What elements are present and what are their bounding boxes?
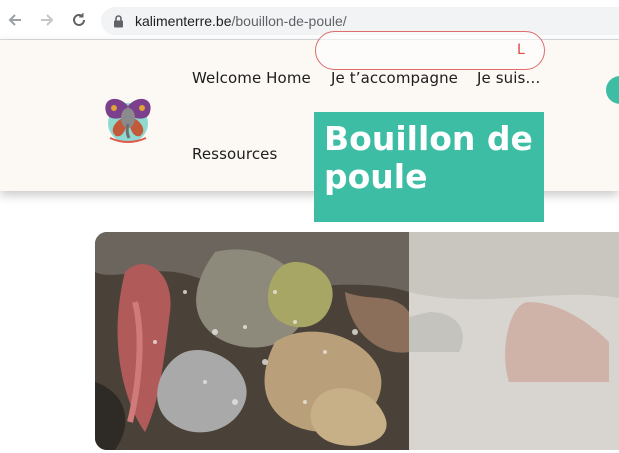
article-title: Bouillon de poule [324,120,533,196]
url-text[interactable]: kalimenterre.be/bouillon-de-poule/ [135,13,347,29]
menu-item-ressources[interactable]: Ressources [192,145,277,163]
category-tag-label: L [517,42,525,58]
article-hero [95,232,619,450]
menu-item-je-suis[interactable]: Je suis… [477,69,541,87]
forward-arrow-icon[interactable] [36,9,58,31]
lock-icon[interactable] [113,15,124,33]
elephant-butterfly-logo[interactable] [100,90,156,146]
article-title-line-1: Bouillon de [324,119,533,158]
menu-item-welcome-home[interactable]: Welcome Home [192,69,311,87]
back-arrow-icon[interactable] [4,9,26,31]
article-title-line-2: poule [324,157,428,196]
header-cta-button[interactable] [606,76,619,104]
hero-image [95,232,409,450]
hero-background-image [409,232,619,450]
category-tag[interactable]: L [315,31,545,70]
reload-icon[interactable] [68,9,90,31]
url-path: /bouillon-de-poule/ [231,13,347,29]
article-title-box: Bouillon de poule [314,112,544,222]
url-domain: kalimenterre.be [135,13,232,29]
menu-item-je-t-accompagne[interactable]: Je t’accompagne [331,69,458,87]
